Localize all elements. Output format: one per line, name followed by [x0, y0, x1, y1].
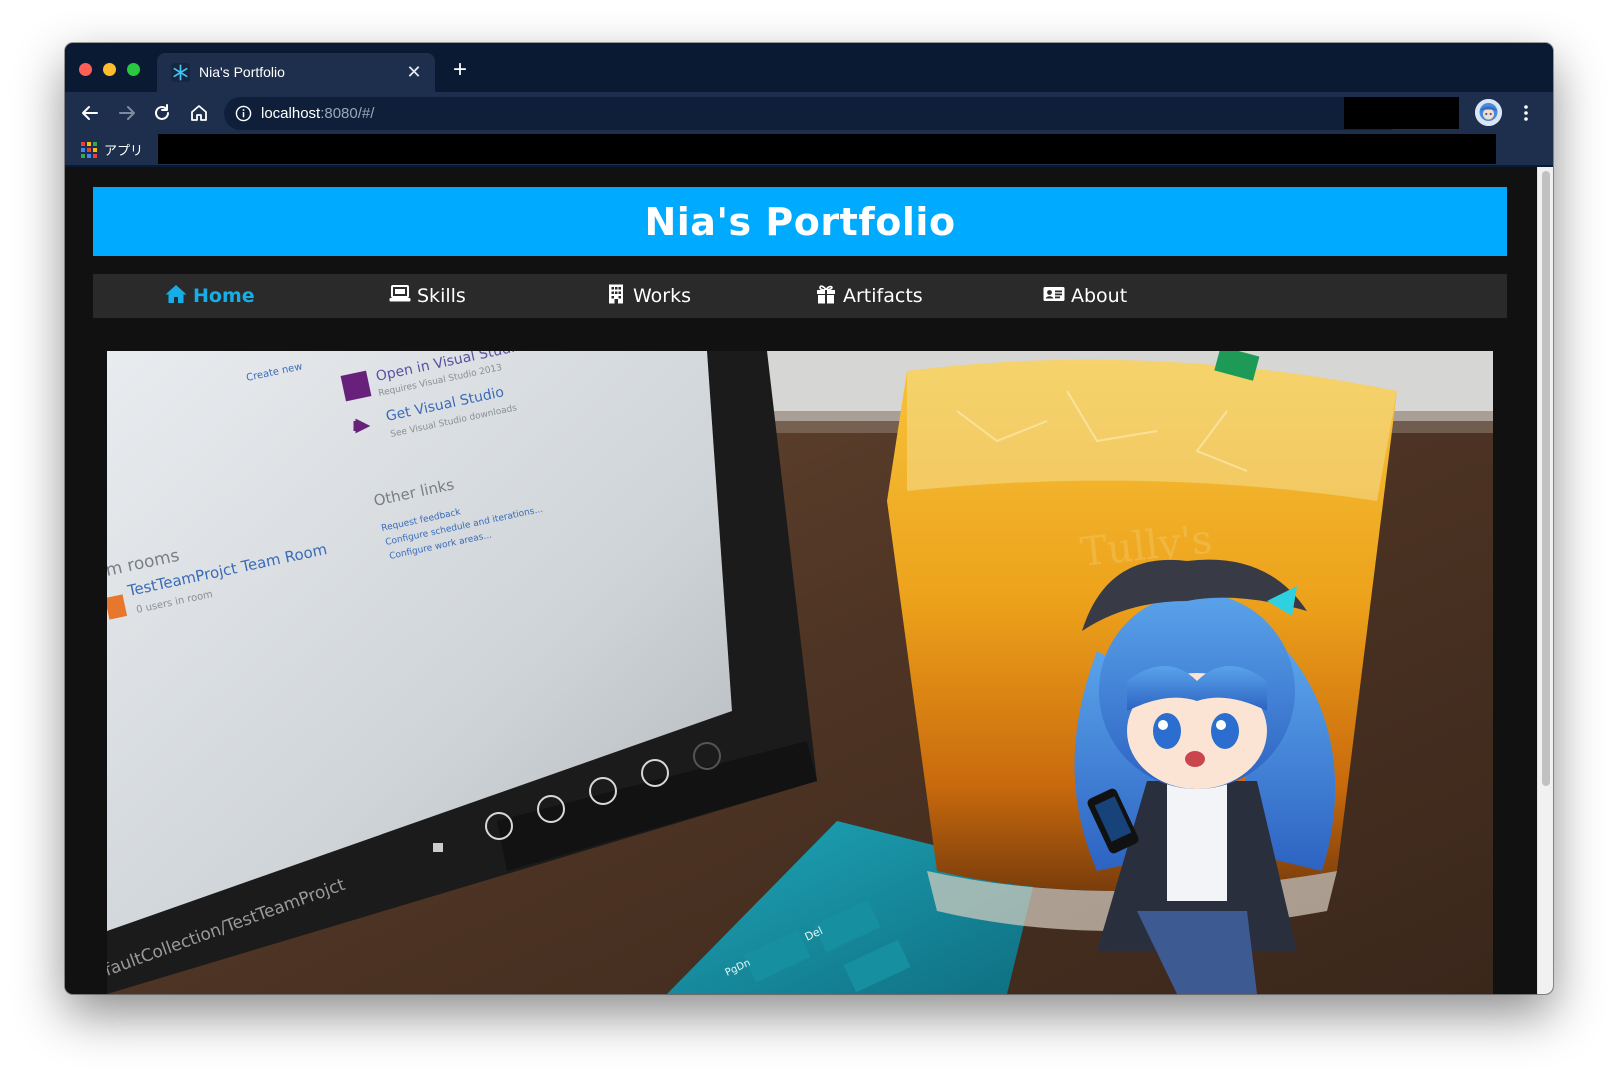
- more-menu-icon[interactable]: [1518, 102, 1534, 124]
- address-bar[interactable]: localhost:8080/#/: [224, 97, 1404, 130]
- browser-window: Nia's Portfolio ✕ + localhost:8080/#/ アプ…: [65, 43, 1553, 994]
- gift-box-icon: [815, 284, 837, 309]
- browser-tab[interactable]: Nia's Portfolio ✕: [157, 53, 435, 92]
- tab-bar: Nia's Portfolio ✕ +: [65, 43, 1553, 92]
- nia-star-icon: [171, 63, 190, 82]
- bookmarks-bar: アプリ: [65, 134, 1553, 165]
- new-tab-icon[interactable]: +: [449, 58, 471, 82]
- building-icon: [605, 284, 627, 309]
- nav-home-label: Home: [193, 285, 255, 307]
- url-text[interactable]: localhost:8080/#/: [261, 105, 374, 122]
- nav-artifacts[interactable]: Artifacts: [815, 274, 923, 318]
- site-title: Nia's Portfolio: [644, 199, 956, 244]
- site-nav: Home Skills Works Artifacts About: [93, 274, 1507, 318]
- close-window-button[interactable]: [79, 63, 92, 76]
- nav-works-label: Works: [633, 285, 692, 307]
- maximize-window-button[interactable]: [127, 63, 140, 76]
- apps-label[interactable]: アプリ: [104, 140, 143, 159]
- nav-skills[interactable]: Skills: [389, 274, 466, 318]
- nav-about-label: About: [1071, 285, 1128, 307]
- tab-close-icon[interactable]: ✕: [403, 61, 425, 83]
- back-arrow-icon[interactable]: [79, 102, 101, 124]
- profile-avatar[interactable]: [1475, 99, 1502, 126]
- scrollbar-thumb[interactable]: [1542, 171, 1550, 786]
- extension-area: [1344, 97, 1459, 129]
- home-icon: [165, 284, 187, 309]
- nav-skills-label: Skills: [417, 285, 466, 307]
- hero-image: Del PgDn Create new Open in Visual Studi…: [107, 351, 1493, 994]
- page-viewport: Nia's Portfolio Home Skills Works Artifa…: [65, 167, 1553, 994]
- laptop-icon: [389, 284, 411, 309]
- tab-title: Nia's Portfolio: [199, 64, 285, 80]
- nav-about[interactable]: About: [1043, 274, 1127, 318]
- reload-icon[interactable]: [151, 102, 173, 124]
- browser-toolbar: localhost:8080/#/: [65, 92, 1553, 134]
- url-host: localhost: [261, 105, 321, 122]
- site-header: Nia's Portfolio: [93, 187, 1507, 256]
- minimize-window-button[interactable]: [103, 63, 116, 76]
- url-path: :8080/#/: [320, 105, 375, 122]
- id-card-icon: [1043, 284, 1065, 309]
- nav-artifacts-label: Artifacts: [843, 285, 923, 307]
- forward-arrow-icon[interactable]: [116, 102, 138, 124]
- page-scrollbar[interactable]: [1537, 167, 1553, 994]
- home-icon[interactable]: [188, 102, 210, 124]
- nav-works[interactable]: Works: [605, 274, 691, 318]
- info-icon[interactable]: [235, 105, 252, 122]
- nav-home[interactable]: Home: [165, 274, 255, 318]
- bookmarks-redacted: [158, 134, 1496, 164]
- apps-grid-icon[interactable]: [81, 142, 97, 158]
